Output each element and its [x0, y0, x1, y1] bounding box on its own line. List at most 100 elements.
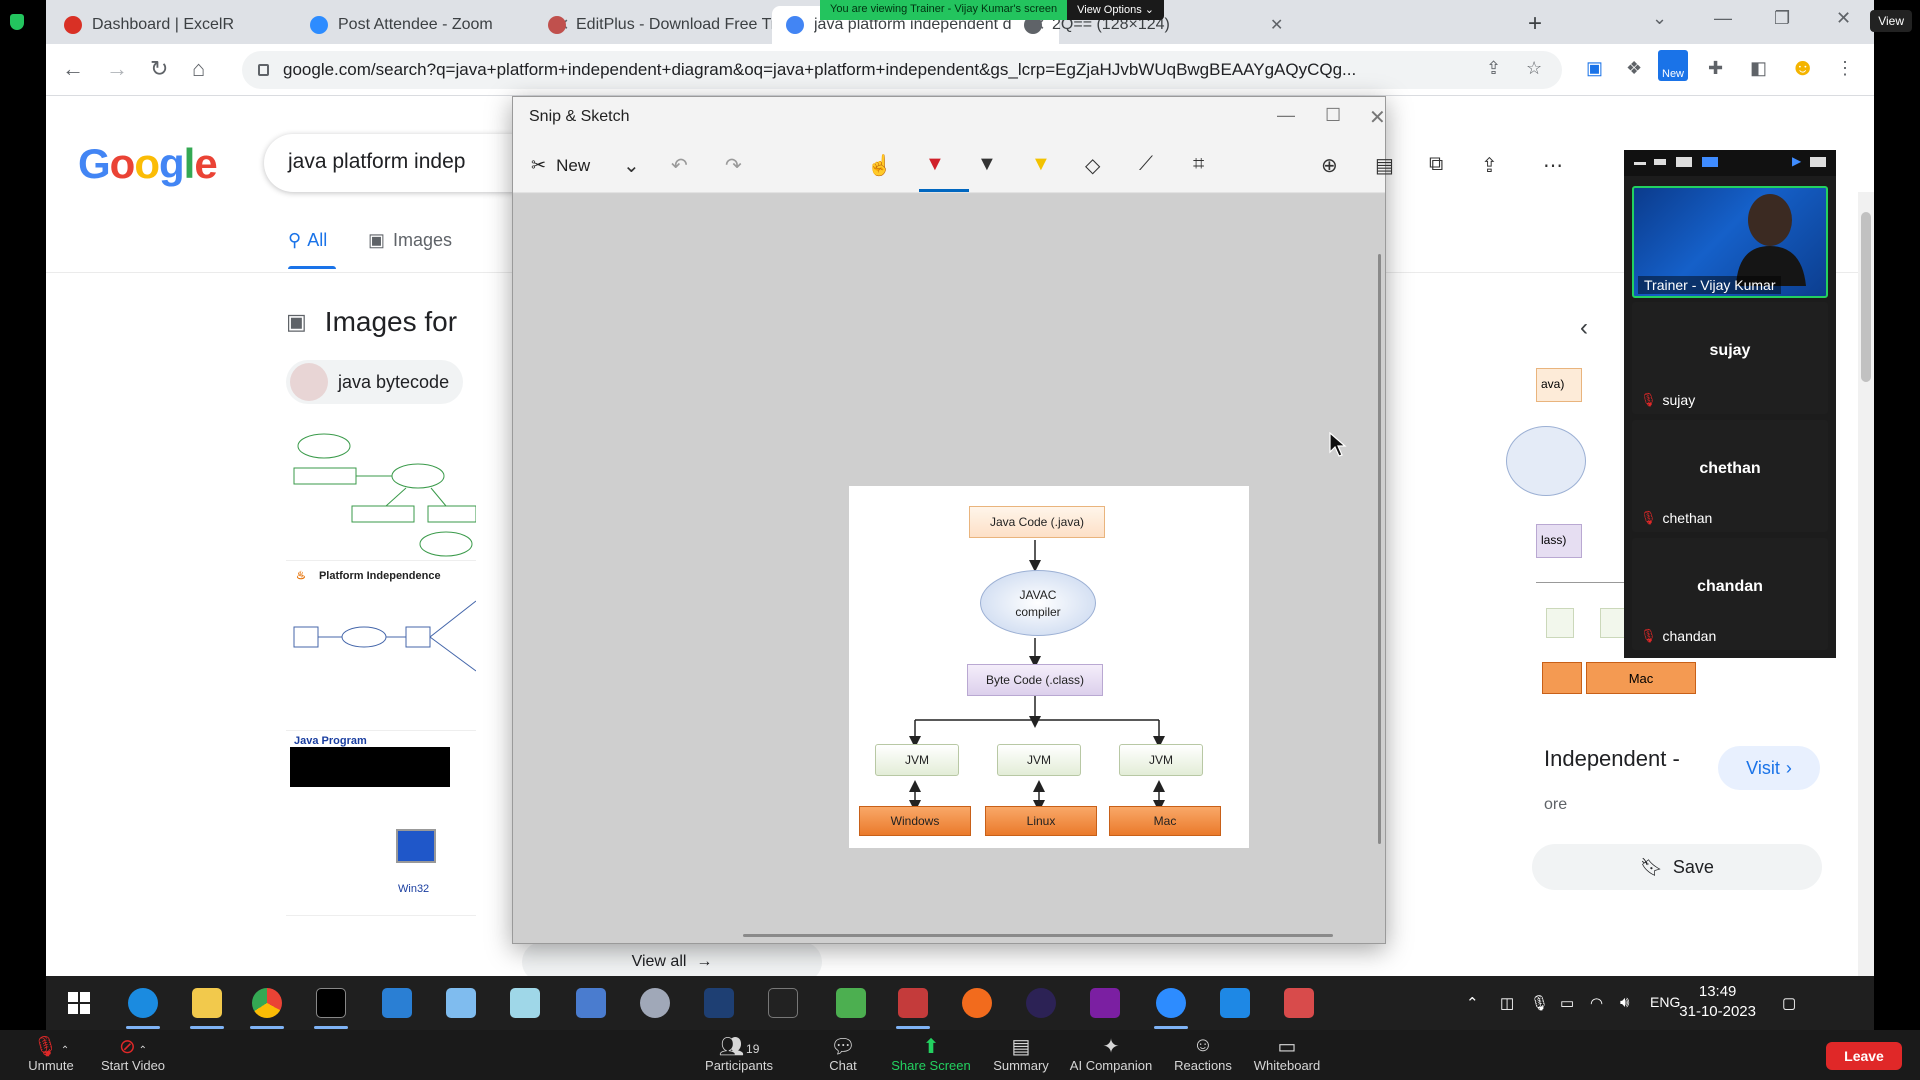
- image-thumbnail[interactable]: ♨ Platform Independence: [286, 561, 476, 731]
- copy-icon[interactable]: ⧉: [1429, 153, 1443, 176]
- home-icon[interactable]: ⌂: [192, 56, 205, 82]
- gallery-strip-icon[interactable]: [1676, 157, 1692, 167]
- language-indicator[interactable]: ENG: [1650, 994, 1680, 1010]
- minimize-icon[interactable]: —: [1277, 105, 1295, 126]
- browser-tab[interactable]: Dashboard | ExcelR ✕: [50, 6, 337, 44]
- close-icon[interactable]: ✕: [1270, 15, 1283, 35]
- share-icon[interactable]: ⇪: [1481, 153, 1498, 178]
- mysql-icon[interactable]: [768, 988, 798, 1018]
- summary-button[interactable]: ▤ Summary: [976, 1034, 1066, 1073]
- leave-button[interactable]: Leave: [1826, 1042, 1902, 1070]
- notifications-icon[interactable]: ▢: [1782, 994, 1796, 1012]
- vscode-icon[interactable]: [382, 988, 412, 1018]
- lock-icon[interactable]: [258, 64, 269, 76]
- new-snip-button[interactable]: ✂ New: [531, 155, 590, 176]
- eclipse-icon[interactable]: [1026, 988, 1056, 1018]
- terminal-icon[interactable]: [316, 988, 346, 1018]
- view-options-button[interactable]: View Options ⌄: [1067, 0, 1164, 20]
- image-thumbnail[interactable]: [286, 426, 477, 561]
- reload-icon[interactable]: ↻: [150, 56, 168, 82]
- profile-avatar-icon[interactable]: ☻: [1790, 54, 1815, 82]
- pencil-icon[interactable]: ▼: [977, 153, 997, 176]
- notepad-icon[interactable]: [510, 988, 540, 1018]
- remote-desktop-icon[interactable]: [1220, 988, 1250, 1018]
- tab-images[interactable]: ▣ Images: [368, 230, 452, 251]
- visit-button[interactable]: Visit ›: [1718, 746, 1820, 790]
- taskbar-clock[interactable]: 13:49 31-10-2023: [1679, 982, 1756, 1022]
- restore-icon[interactable]: ❐: [1774, 8, 1790, 29]
- share-icon[interactable]: ⇪: [1486, 58, 1501, 79]
- close-window-icon[interactable]: ✕: [1369, 105, 1386, 130]
- page-scrollbar[interactable]: [1858, 192, 1874, 1030]
- screen-cast-icon[interactable]: ▣: [1586, 58, 1603, 79]
- zoom-in-icon[interactable]: ⊕: [1321, 153, 1338, 178]
- unmute-button[interactable]: 🎙︎ ⌃ Unmute: [6, 1034, 96, 1073]
- close-window-icon[interactable]: ✕: [1836, 8, 1851, 29]
- tab-search-chevron-icon[interactable]: ⌄: [1652, 8, 1667, 29]
- ruler-icon[interactable]: ⟋: [1139, 153, 1153, 176]
- windows-start-icon[interactable]: [64, 988, 94, 1018]
- back-arrow-icon[interactable]: ←: [62, 56, 84, 82]
- more-menu-icon[interactable]: ⋯: [1543, 153, 1563, 178]
- gallery-grid-icon[interactable]: [1702, 157, 1718, 167]
- chevron-down-icon[interactable]: ⌄: [623, 153, 640, 178]
- eraser-icon[interactable]: ◇: [1085, 153, 1100, 178]
- redo-icon[interactable]: ↷: [725, 153, 742, 178]
- maximize-icon[interactable]: ☐: [1325, 105, 1341, 126]
- postman-icon[interactable]: [962, 988, 992, 1018]
- next-page-icon[interactable]: ▶: [1792, 154, 1801, 168]
- ballpoint-pen-icon[interactable]: ▼: [925, 153, 945, 176]
- vertical-scrollbar[interactable]: [1378, 254, 1381, 844]
- vs-icon[interactable]: [704, 988, 734, 1018]
- side-panel-icon[interactable]: ◧: [1750, 58, 1767, 79]
- paint-icon[interactable]: [640, 988, 670, 1018]
- calculator-icon[interactable]: [576, 988, 606, 1018]
- address-bar[interactable]: google.com/search?q=java+platform+indepe…: [242, 51, 1562, 89]
- bookmark-star-icon[interactable]: ☆: [1526, 58, 1542, 79]
- snip-and-sketch-icon[interactable]: [898, 988, 928, 1018]
- tab-all[interactable]: ⚲ All: [288, 230, 327, 251]
- touch-writing-icon[interactable]: ☝: [867, 153, 892, 178]
- zoom-app-icon[interactable]: [1156, 988, 1186, 1018]
- google-logo[interactable]: Google: [78, 140, 218, 188]
- speaker-view-icon[interactable]: [1654, 159, 1666, 165]
- volume-icon[interactable]: 🔊︎: [1620, 994, 1629, 1011]
- participants-button[interactable]: 👥︎ 19 Participants: [694, 1034, 784, 1073]
- related-search-chip[interactable]: java bytecode: [286, 360, 464, 404]
- battery-icon[interactable]: ▭: [1560, 994, 1574, 1012]
- share-screen-button[interactable]: ⬆ Share Screen: [886, 1034, 976, 1073]
- video-tile-participant[interactable]: chandan 🎙︎ chandan: [1632, 538, 1828, 650]
- whiteboard-button[interactable]: ▭ Whiteboard: [1242, 1034, 1332, 1073]
- save-button[interactable]: 🔖︎ Save: [1532, 844, 1822, 890]
- undo-icon[interactable]: ↶: [671, 153, 688, 178]
- chevron-left-icon[interactable]: ‹: [1580, 314, 1588, 342]
- extension-icon[interactable]: ❖: [1626, 58, 1642, 79]
- highlighter-icon[interactable]: ▼: [1031, 153, 1051, 176]
- microphone-icon[interactable]: 🎙︎: [1530, 994, 1549, 1012]
- chat-button[interactable]: 💬︎ Chat: [798, 1034, 888, 1073]
- video-tile-participant[interactable]: sujay 🎙︎ sujay: [1632, 302, 1828, 414]
- wifi-icon[interactable]: ◠: [1590, 994, 1603, 1012]
- zoom-encryption-shield-icon[interactable]: [10, 14, 24, 30]
- app-icon[interactable]: [446, 988, 476, 1018]
- camera-tray-icon[interactable]: ◫: [1500, 994, 1514, 1012]
- file-explorer-icon[interactable]: [192, 988, 222, 1018]
- video-tile-participant[interactable]: chethan 🎙︎ chethan: [1632, 420, 1828, 532]
- reactions-button[interactable]: ☺ Reactions: [1158, 1034, 1248, 1073]
- new-extension-badge[interactable]: New: [1658, 50, 1689, 81]
- result-title[interactable]: Independent -: [1544, 746, 1680, 772]
- horizontal-scrollbar[interactable]: [743, 934, 1333, 937]
- minimize-icon[interactable]: —: [1714, 8, 1732, 29]
- more-menu-icon[interactable]: ⋮: [1836, 58, 1854, 79]
- minimize-gallery-icon[interactable]: [1634, 162, 1646, 165]
- crop-icon[interactable]: ⌗: [1193, 153, 1204, 176]
- forward-arrow-icon[interactable]: →: [106, 56, 128, 82]
- pop-out-icon[interactable]: [1810, 157, 1826, 167]
- url-text[interactable]: google.com/search?q=java+platform+indepe…: [283, 60, 1473, 80]
- editplus-icon[interactable]: [1284, 988, 1314, 1018]
- chrome-icon[interactable]: [252, 988, 282, 1018]
- edge-icon[interactable]: [128, 988, 158, 1018]
- chevron-up-icon[interactable]: ⌃: [1466, 994, 1479, 1012]
- start-video-button[interactable]: ⊘ ⌃ Start Video: [88, 1034, 178, 1073]
- zoom-view-button[interactable]: View: [1870, 10, 1912, 32]
